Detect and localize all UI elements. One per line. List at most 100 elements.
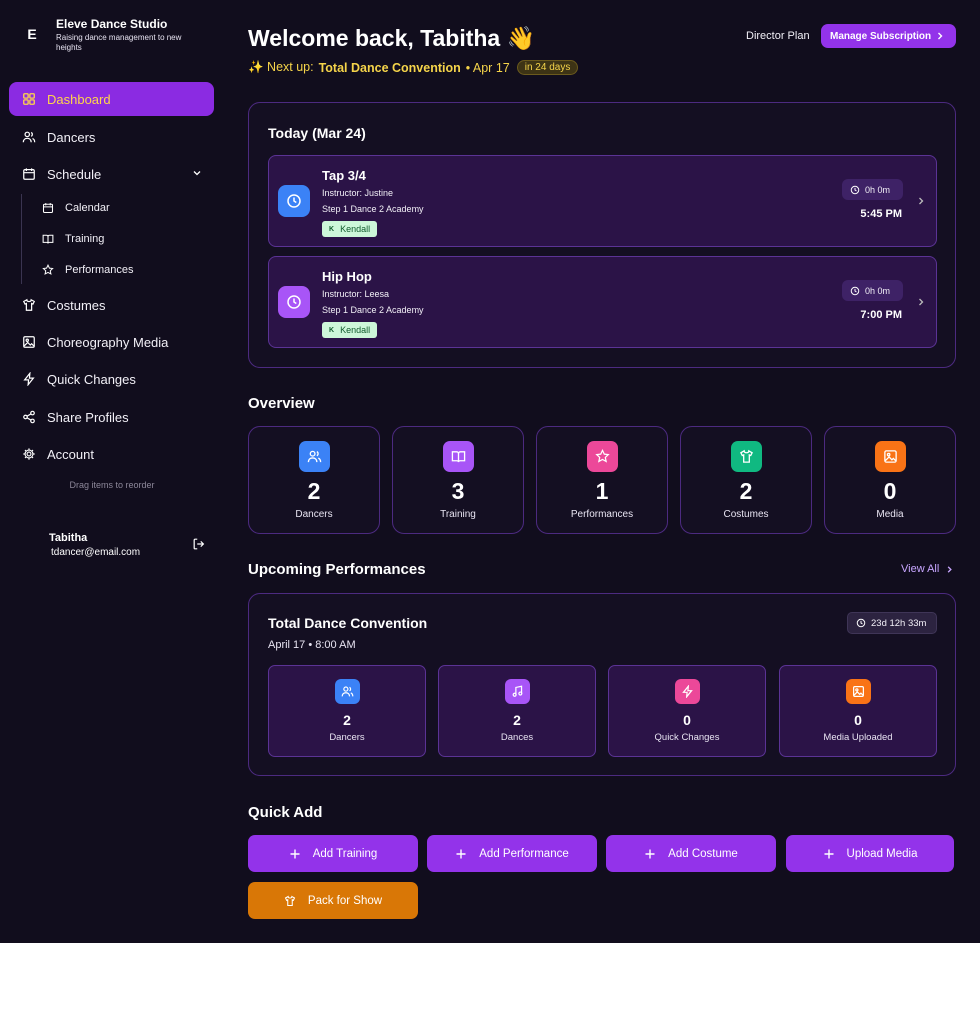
- add-costume-button[interactable]: Add Costume: [606, 835, 776, 872]
- calendar-icon: [42, 202, 55, 215]
- overview-value: 1: [595, 478, 609, 504]
- overview-label: Training: [440, 509, 476, 520]
- clock-icon: [278, 286, 310, 318]
- brand-tagline: Raising dance management to new heights: [56, 33, 182, 52]
- overview-card-training[interactable]: 3 Training: [392, 426, 524, 534]
- manage-subscription-button[interactable]: Manage Subscription: [821, 24, 956, 48]
- class-row[interactable]: Tap 3/4 Instructor: Justine Step 1 Dance…: [268, 155, 937, 247]
- user-email: tdancer@email.com: [51, 547, 141, 558]
- duration-badge: 0h 0m: [842, 280, 903, 301]
- sidebar-item-dancers[interactable]: Dancers: [9, 120, 214, 154]
- performance-name: Total Dance Convention: [268, 615, 428, 631]
- overview-card-media[interactable]: 0 Media: [824, 426, 956, 534]
- next-up-prefix: ✨ Next up:: [248, 60, 314, 74]
- star-icon: [42, 263, 55, 277]
- sidebar-item-calendar[interactable]: Calendar: [42, 198, 110, 218]
- page-title: Welcome back, Tabitha 👋: [248, 25, 536, 51]
- plan-label: Director Plan: [746, 30, 810, 42]
- countdown-badge: in 24 days: [516, 60, 579, 75]
- plus-icon: [290, 849, 300, 858]
- calendar-icon: [21, 167, 36, 182]
- class-name: Tap 3/4: [322, 168, 366, 183]
- sidebar-item-label: Dancers: [47, 129, 96, 145]
- sidebar-item-costumes[interactable]: Costumes: [9, 288, 214, 322]
- dancer-tag: K Kendall: [322, 322, 378, 338]
- stat-value: 0: [683, 712, 691, 728]
- duration-text: 0h 0m: [865, 184, 891, 195]
- sidebar-item-quick-changes[interactable]: Quick Changes: [9, 362, 214, 396]
- image-icon: [21, 335, 36, 350]
- performance-card[interactable]: Total Dance Convention April 17 • 8:00 A…: [248, 593, 956, 776]
- overview-label: Dancers: [295, 509, 333, 520]
- stat-quick-changes: 0 Quick Changes: [608, 665, 766, 757]
- sidebar-item-choreography[interactable]: Choreography Media: [9, 325, 214, 359]
- user-name: Tabitha: [49, 532, 88, 544]
- upload-media-button[interactable]: Upload Media: [786, 835, 954, 872]
- today-title: Today (Mar 24): [268, 125, 366, 141]
- sidebar-item-label: Performances: [65, 264, 134, 276]
- logout-icon[interactable]: [192, 537, 206, 551]
- music-icon: [505, 679, 530, 704]
- sidebar-item-account[interactable]: Account: [9, 437, 214, 471]
- add-performance-button[interactable]: Add Performance: [427, 835, 597, 872]
- sidebar-item-label: Schedule: [47, 166, 102, 182]
- stat-label: Dancers: [329, 732, 365, 743]
- sidebar-item-training[interactable]: Training: [42, 229, 104, 249]
- sidebar-item-label: Choreography Media: [47, 334, 169, 350]
- performance-date: April 17 • 8:00 AM: [268, 639, 356, 651]
- next-up-event[interactable]: Total Dance Convention: [319, 61, 461, 75]
- users-icon: [335, 679, 360, 704]
- upcoming-title: Upcoming Performances: [248, 561, 426, 578]
- sidebar-item-label: Dashboard: [47, 91, 111, 107]
- class-instructor: Instructor: Leesa: [322, 289, 390, 299]
- overview-value: 2: [307, 478, 321, 504]
- add-training-button[interactable]: Add Training: [248, 835, 418, 872]
- pack-for-show-button[interactable]: Pack for Show: [248, 882, 418, 919]
- overview-card-dancers[interactable]: 2 Dancers: [248, 426, 380, 534]
- stat-label: Dances: [500, 732, 534, 743]
- sidebar-item-performances[interactable]: Performances: [42, 260, 133, 280]
- class-time: 5:45 PM: [860, 208, 902, 220]
- overview-value: 2: [739, 478, 753, 504]
- chevron-right-icon: [948, 565, 953, 573]
- pack-for-show-label: Pack for Show: [307, 894, 383, 907]
- overview-label: Performances: [570, 509, 634, 520]
- shirt-icon: [731, 441, 762, 472]
- sidebar-item-dashboard[interactable]: Dashboard: [9, 82, 214, 116]
- shirt-icon: [284, 895, 296, 906]
- brand-logo: E: [27, 26, 37, 42]
- bolt-icon: [21, 372, 36, 387]
- clock-icon: [278, 185, 310, 217]
- sidebar-item-label: Quick Changes: [47, 371, 136, 387]
- dancer-tag: K Kendall: [322, 221, 378, 237]
- sidebar-item-schedule[interactable]: Schedule: [9, 157, 214, 191]
- sidebar-item-label: Share Profiles: [47, 409, 129, 425]
- overview-card-costumes[interactable]: 2 Costumes: [680, 426, 812, 534]
- next-up-date: • Apr 17: [465, 60, 510, 75]
- dancer-tag-label: Kendall: [340, 325, 371, 335]
- plus-icon: [645, 849, 655, 858]
- sidebar-item-share-profiles[interactable]: Share Profiles: [9, 400, 214, 434]
- share-icon: [21, 410, 36, 425]
- drag-hint: Drag items to reorder: [69, 480, 155, 490]
- chevron-down-icon[interactable]: [192, 168, 202, 178]
- brand[interactable]: E Eleve Dance Studio Raising dance manag…: [20, 14, 220, 54]
- dancer-initial: K: [329, 326, 335, 334]
- stat-label: Media Uploaded: [823, 732, 893, 743]
- quick-add-title: Quick Add: [248, 804, 323, 821]
- image-icon: [875, 441, 906, 472]
- view-all-link[interactable]: View All: [901, 563, 954, 575]
- users-icon: [299, 441, 330, 472]
- manage-subscription-label: Manage Subscription: [830, 30, 932, 42]
- countdown-text: 23d 12h 33m: [871, 617, 927, 629]
- stat-dances: 2 Dances: [438, 665, 596, 757]
- users-icon: [21, 130, 36, 145]
- class-row[interactable]: Hip Hop Instructor: Leesa Step 1 Dance 2…: [268, 256, 937, 348]
- upload-media-label: Upload Media: [846, 847, 918, 860]
- plus-icon: [824, 849, 834, 858]
- overview-card-performances[interactable]: 1 Performances: [536, 426, 668, 534]
- overview-label: Media: [876, 509, 904, 520]
- sidebar-item-label: Account: [47, 446, 94, 462]
- dancer-initial: K: [329, 225, 335, 233]
- chevron-right-icon: [938, 32, 943, 40]
